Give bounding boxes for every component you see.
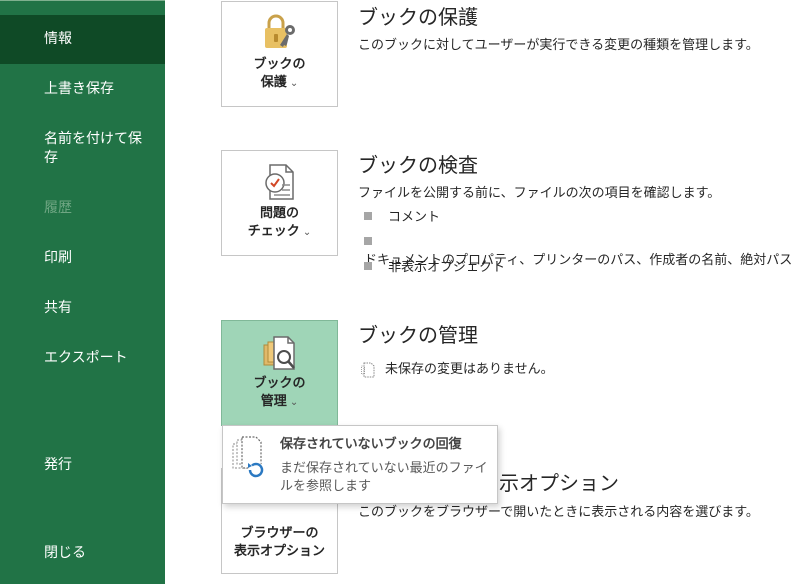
inspect-bullet: 非表示オブジェクト <box>364 259 505 277</box>
bullet-square-icon <box>364 237 372 245</box>
backstage-sidebar: 情報 上書き保存 名前を付けて保存 履歴 印刷 共有 エクスポート 発行 閉じる <box>0 0 165 584</box>
inspect-title: ブックの検査 <box>358 153 478 177</box>
recover-unsaved-workbooks-menu-item[interactable]: 保存されていないブックの回復 まだ保存されていない最近のファイルを参照します <box>222 425 498 504</box>
sidebar-item-history: 履歴 <box>44 200 72 216</box>
popup-description: まだ保存されていない最近のファイルを参照します <box>280 461 488 494</box>
document-icon <box>361 362 375 378</box>
protect-tile-label: ブックの 保護 ⌄ <box>253 57 306 90</box>
inspect-document-icon <box>222 163 337 201</box>
chevron-down-icon: ⌄ <box>302 227 312 238</box>
manage-title: ブックの管理 <box>358 323 478 347</box>
browser-description: このブックをブラウザーで開いたときに表示される内容を選びます。 <box>358 505 759 520</box>
sidebar-item-publish[interactable]: 発行 <box>0 456 165 475</box>
protect-workbook-button[interactable]: ブックの 保護 ⌄ <box>221 1 338 107</box>
popup-title: 保存されていないブックの回復 <box>280 437 462 452</box>
sidebar-item-share[interactable]: 共有 <box>0 299 165 318</box>
sidebar-item-close[interactable]: 閉じる <box>0 544 165 563</box>
protect-description: このブックに対してユーザーが実行できる変更の種類を管理します。 <box>358 38 759 53</box>
browser-tile-label: ブラウザーの 表示オプション <box>233 526 325 559</box>
bullet-square-icon <box>364 212 372 220</box>
sidebar-item-save[interactable]: 上書き保存 <box>0 80 165 99</box>
sidebar-item-info[interactable]: 情報 <box>0 15 165 64</box>
manage-status: 未保存の変更はありません。 <box>361 361 554 379</box>
sidebar-item-export[interactable]: エクスポート <box>0 349 165 368</box>
recover-document-icon <box>232 436 264 478</box>
browser-title: 示オプション <box>499 471 619 495</box>
inspect-description: ファイルを公開する前に、ファイルの次の項目を確認します。 <box>358 186 721 201</box>
lock-key-icon <box>222 12 337 52</box>
sidebar-item-print[interactable]: 印刷 <box>0 249 165 268</box>
manage-tile-label: ブックの 管理 ⌄ <box>253 376 306 409</box>
inspect-tile-label: 問題の チェック ⌄ <box>247 206 312 239</box>
inspect-bullet: コメント <box>364 209 440 227</box>
chevron-down-icon: ⌄ <box>289 78 299 89</box>
protect-title: ブックの保護 <box>358 5 478 29</box>
check-for-issues-button[interactable]: 問題の チェック ⌄ <box>221 150 338 256</box>
manage-workbook-button[interactable]: ブックの 管理 ⌄ <box>221 320 338 426</box>
sidebar-item-save-as[interactable]: 名前を付けて保存 <box>0 130 165 168</box>
manage-documents-icon <box>222 335 337 375</box>
bullet-square-icon <box>364 262 372 270</box>
chevron-down-icon: ⌄ <box>289 397 299 408</box>
sidebar-divider <box>0 0 165 1</box>
